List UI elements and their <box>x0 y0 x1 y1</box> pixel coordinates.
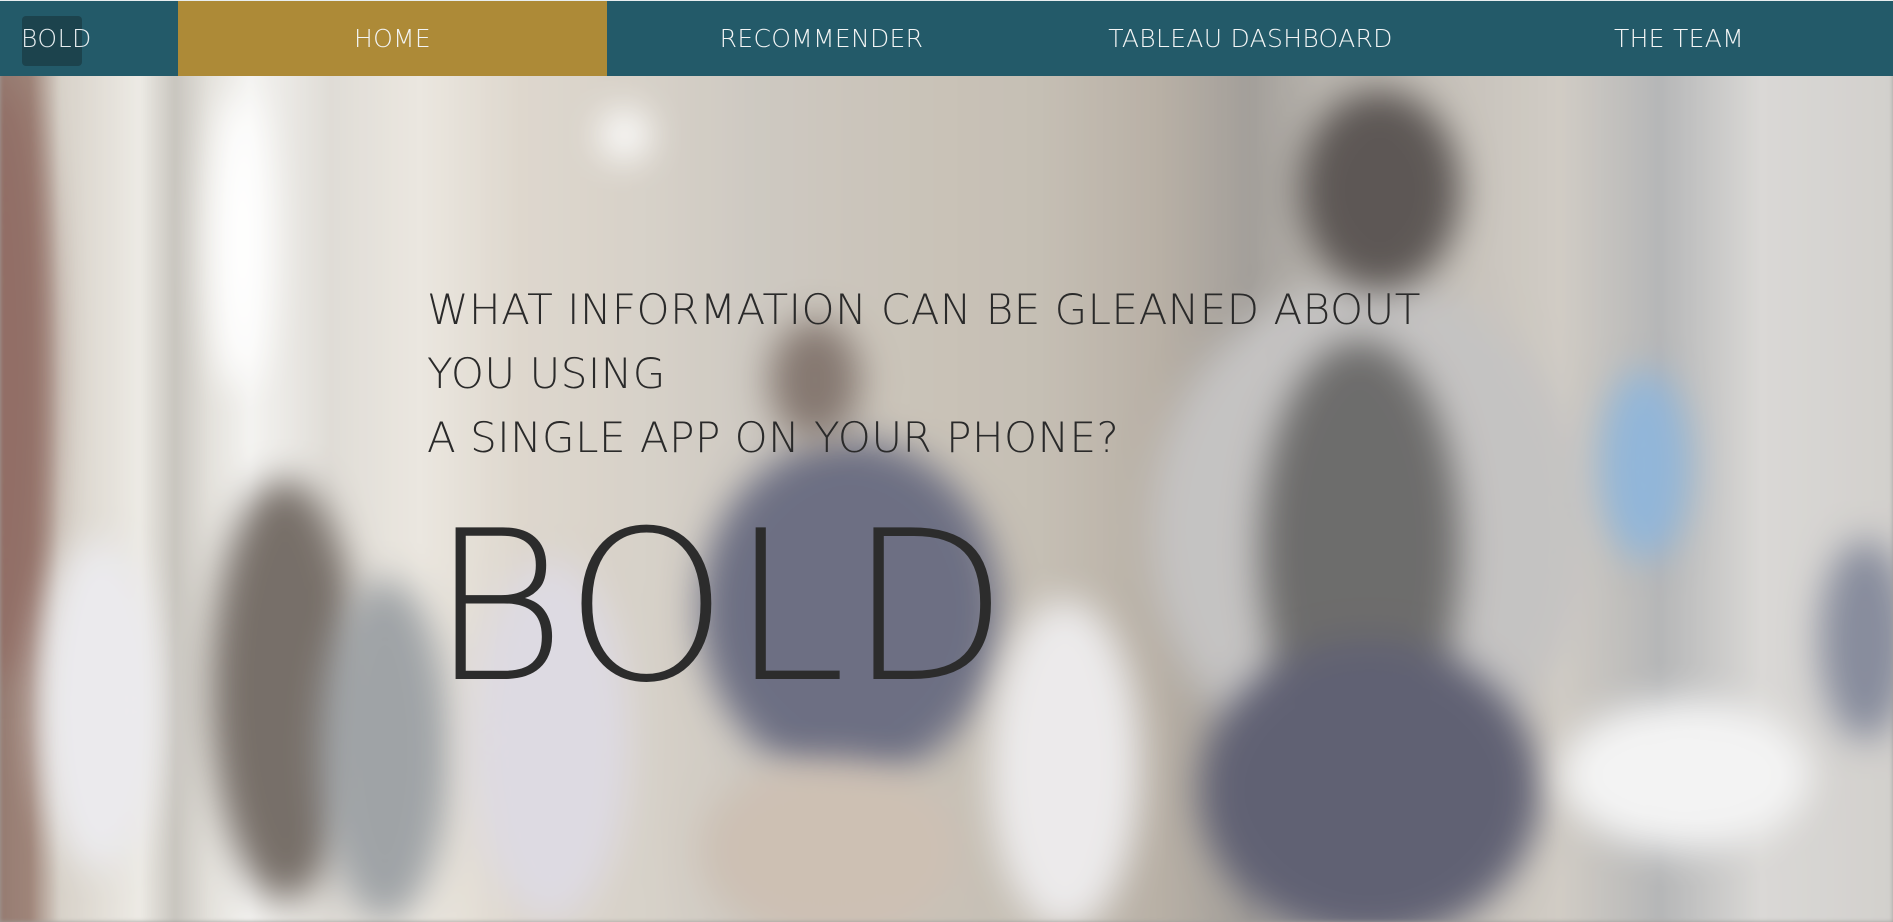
nav-item-recommender-label: RECOMMENDER <box>719 24 924 53</box>
nav-item-home[interactable]: HOME <box>178 1 607 76</box>
top-navbar: BOLD HOME RECOMMENDER TABLEAU DASHBOARD … <box>0 0 1893 76</box>
hero-title: BOLD <box>430 487 1011 729</box>
brand-logo[interactable]: BOLD <box>0 1 178 76</box>
nav-item-the-team[interactable]: THE TEAM <box>1465 1 1893 76</box>
hero-question-line-2: YOU USING <box>427 349 666 398</box>
hero-question-line-3: A SINGLE APP ON YOUR PHONE? <box>427 413 1120 462</box>
hero-question: WHAT INFORMATION CAN BE GLEANED ABOUT YO… <box>427 278 1527 470</box>
nav-item-the-team-label: THE TEAM <box>1614 24 1744 53</box>
nav-item-tableau-dashboard[interactable]: TABLEAU DASHBOARD <box>1036 1 1465 76</box>
nav-item-home-label: HOME <box>353 24 432 53</box>
hero-question-line-1: WHAT INFORMATION CAN BE GLEANED ABOUT <box>427 285 1421 334</box>
page: BOLD HOME RECOMMENDER TABLEAU DASHBOARD … <box>0 0 1893 922</box>
nav-item-tableau-dashboard-label: TABLEAU DASHBOARD <box>1108 24 1393 53</box>
brand-text: BOLD <box>21 24 92 53</box>
nav-item-recommender[interactable]: RECOMMENDER <box>607 1 1036 76</box>
